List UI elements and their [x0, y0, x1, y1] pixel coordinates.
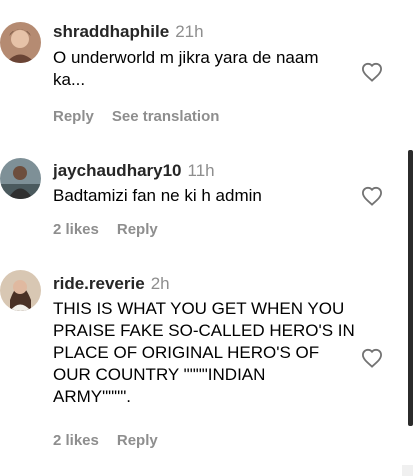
timestamp: 21h — [175, 22, 204, 41]
heart-icon[interactable] — [361, 348, 383, 368]
comment-text: O underworld m jikra yara de naam ka... — [53, 47, 353, 91]
comment-actions: 2 likes Reply — [53, 432, 176, 450]
comment-text-line: ARMY"""". — [53, 387, 131, 406]
avatar-image — [0, 158, 41, 199]
comment-actions: 2 likes Reply — [53, 221, 176, 239]
comment-text-line: OUR COUNTRY """"INDIAN — [53, 365, 266, 384]
likes-count[interactable]: 2 likes — [53, 221, 99, 238]
timestamp: 2h — [150, 274, 170, 293]
comment-text-line: O underworld m jikra yara de naam — [53, 48, 319, 67]
avatar-image — [0, 22, 41, 63]
comment-text-line: PLACE OF ORIGINAL HERO'S OF — [53, 343, 320, 362]
username[interactable]: shraddhaphile — [53, 22, 169, 41]
comment-text: Badtamizi fan ne ki h admin — [53, 186, 262, 205]
comment-header: ride.reverie 2h — [53, 274, 170, 294]
scroll-down-arrow[interactable] — [402, 465, 413, 476]
avatar-image — [0, 270, 41, 311]
comment-header: jaychaudhary10 11h — [53, 161, 215, 181]
reply-button[interactable]: Reply — [117, 432, 158, 449]
avatar[interactable] — [0, 22, 41, 63]
comment-text: THIS IS WHAT YOU GET WHEN YOU PRAISE FAK… — [53, 298, 358, 408]
username[interactable]: jaychaudhary10 — [53, 161, 182, 180]
comment-text-line: PRAISE FAKE SO-CALLED HERO'S IN — [53, 321, 355, 340]
likes-count[interactable]: 2 likes — [53, 432, 99, 449]
comment-actions: Reply See translation — [53, 108, 237, 126]
comment-text-line: ka... — [53, 70, 86, 89]
see-translation-button[interactable]: See translation — [112, 108, 220, 125]
heart-icon[interactable] — [361, 186, 383, 206]
avatar[interactable] — [0, 270, 41, 311]
avatar[interactable] — [0, 158, 41, 199]
comment-text-line: THIS IS WHAT YOU GET WHEN YOU — [53, 299, 345, 318]
reply-button[interactable]: Reply — [117, 221, 158, 238]
reply-button[interactable]: Reply — [53, 108, 94, 125]
scrollbar-thumb[interactable] — [408, 150, 413, 426]
username[interactable]: ride.reverie — [53, 274, 145, 293]
comment-header: shraddhaphile 21h — [53, 22, 204, 42]
heart-icon[interactable] — [361, 62, 383, 82]
timestamp: 11h — [187, 161, 215, 180]
